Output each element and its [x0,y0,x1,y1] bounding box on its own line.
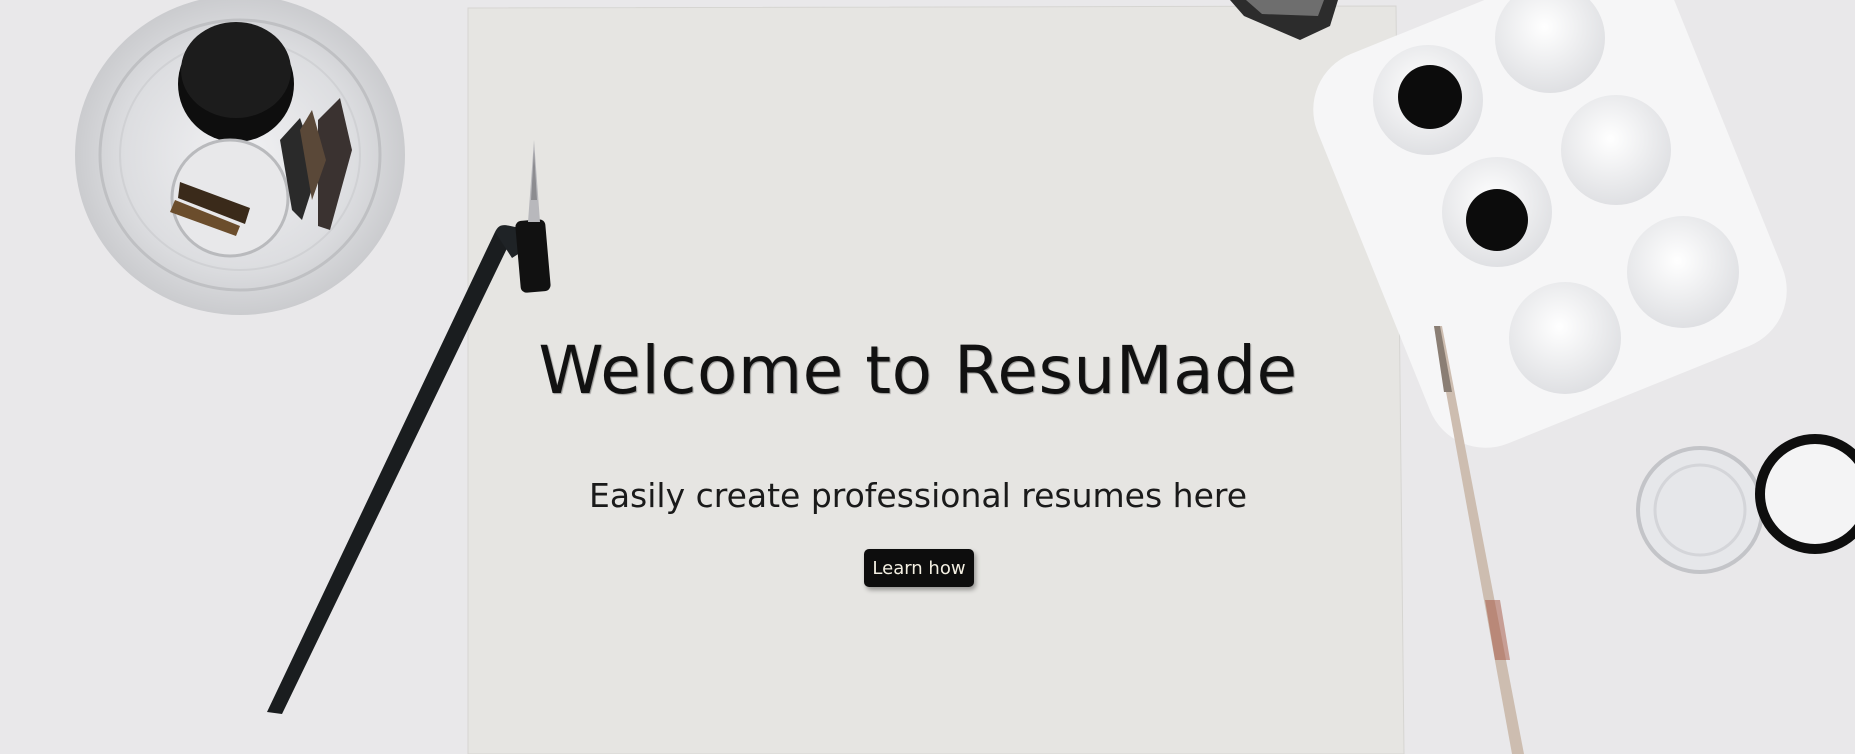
ink-jar-tray [75,0,405,315]
hero-title: Welcome to ResuMade [538,332,1298,409]
hero-subtitle: Easily create professional resumes here [588,476,1248,515]
learn-how-button[interactable]: Learn how [864,549,974,587]
hero-section: Welcome to ResuMade Easily create profes… [468,0,1368,754]
hero-background-photo: Welcome to ResuMade Easily create profes… [0,0,1855,754]
glass-jars [1636,434,1855,574]
